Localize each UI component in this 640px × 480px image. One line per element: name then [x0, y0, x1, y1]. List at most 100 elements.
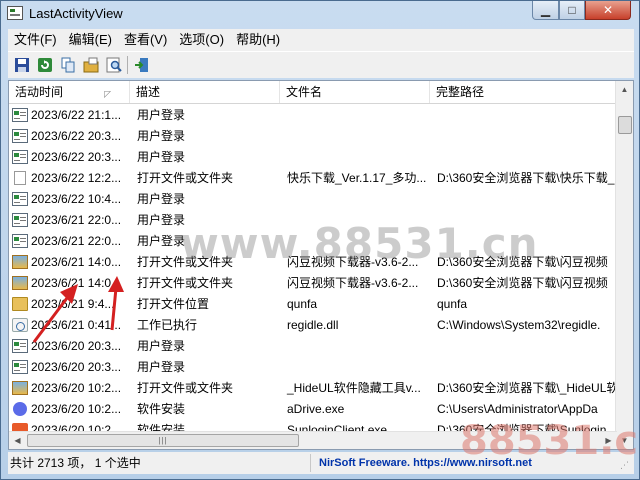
login-icon	[12, 128, 28, 143]
column-header-label: 描述	[136, 85, 161, 99]
cell-filename: 闪豆视频下载器-v3.6-2...	[287, 255, 419, 269]
menu-options[interactable]: 选项(O)	[173, 29, 230, 51]
menu-file[interactable]: 文件(F)	[8, 29, 63, 51]
cell-filename: _HideUL软件隐藏工具v...	[287, 381, 421, 395]
time-text: 2023/6/22 10:4...	[31, 191, 122, 206]
menu-view[interactable]: 查看(V)	[118, 29, 173, 51]
cell-description: 用户登录	[137, 150, 186, 164]
list-rows: 2023/6/22 21:1... 用户登录 2023/6/22 20:3... 用户…	[9, 104, 617, 440]
login-icon	[12, 359, 28, 374]
exit-button[interactable]	[133, 56, 151, 74]
table-row[interactable]: 2023/6/21 22:0... 用户登录	[9, 230, 617, 251]
table-row[interactable]: 2023/6/20 10:2... 软件安装 aDrive.exe C:\Users\…	[9, 398, 617, 419]
cell-description: 用户登录	[137, 108, 186, 122]
cell-time: 2023/6/21 22:0...	[9, 233, 130, 248]
time-text: 2023/6/21 0:41...	[31, 317, 122, 332]
minimize-button[interactable]: ▁	[532, 1, 559, 20]
scroll-down-button[interactable]: ▼	[616, 432, 633, 449]
cell-time: 2023/6/21 14:0...	[9, 254, 130, 269]
time-text: 2023/6/22 20:3...	[31, 149, 122, 164]
find-button[interactable]	[105, 56, 123, 74]
refresh-icon	[38, 58, 52, 72]
table-row[interactable]: 2023/6/20 20:3... 用户登录	[9, 356, 617, 377]
table-row[interactable]: 2023/6/22 20:3... 用户登录	[9, 125, 617, 146]
column-header-fullpath[interactable]: 完整路径	[430, 81, 617, 103]
save-button[interactable]	[13, 56, 31, 74]
copy-button[interactable]	[59, 56, 77, 74]
table-row[interactable]: 2023/6/22 12:2... 打开文件或文件夹 快乐下载_Ver.1.17_多…	[9, 167, 617, 188]
toolbar	[8, 51, 634, 78]
column-header-time[interactable]: 活动时间 ◸	[9, 81, 130, 103]
app-window: LastActivityView ▁ □ ✕ 文件(F) 编辑(E) 查看(V)…	[0, 0, 640, 480]
cell-filename: aDrive.exe	[287, 401, 345, 416]
refresh-button[interactable]	[36, 56, 54, 74]
menu-help[interactable]: 帮助(H)	[230, 29, 286, 51]
table-row[interactable]: 2023/6/20 10:2... 打开文件或文件夹 _HideUL软件隐藏工具v.…	[9, 377, 617, 398]
table-row[interactable]: 2023/6/21 14:0... 打开文件或文件夹 闪豆视频下载器-v3.6-2.…	[9, 251, 617, 272]
cell-time: 2023/6/22 20:3...	[9, 149, 130, 164]
horizontal-scrollbar[interactable]: ◀ ||| ▶	[9, 431, 617, 449]
cell-description: 打开文件或文件夹	[137, 381, 234, 395]
table-row[interactable]: 2023/6/21 14:0... 打开文件或文件夹 闪豆视频下载器-v3.6-2.…	[9, 272, 617, 293]
cell-description: 工作已执行	[137, 318, 198, 332]
cell-fullpath: D:\360安全浏览器下载\快乐下载_	[437, 171, 615, 185]
cell-time: 2023/6/22 20:3...	[9, 128, 130, 143]
resize-grip-icon[interactable]: ⋰	[620, 460, 632, 472]
scroll-up-button[interactable]: ▲	[616, 81, 633, 98]
properties-button[interactable]	[82, 56, 100, 74]
sort-arrow-icon: ◸	[104, 89, 111, 99]
scroll-left-button[interactable]: ◀	[9, 432, 26, 449]
login-icon	[12, 338, 28, 353]
minimize-icon: ▁	[540, 3, 551, 17]
close-icon: ✕	[602, 3, 614, 17]
cell-description: 打开文件或文件夹	[137, 171, 234, 185]
table-row[interactable]: 2023/6/20 20:3... 用户登录	[9, 335, 617, 356]
login-icon	[12, 212, 28, 227]
table-row[interactable]: 2023/6/21 22:0... 用户登录	[9, 209, 617, 230]
time-text: 2023/6/22 21:1...	[31, 107, 122, 122]
vertical-scrollbar[interactable]: ▲ ▼	[615, 81, 633, 449]
time-text: 2023/6/22 12:2...	[31, 170, 122, 185]
column-header-description[interactable]: 描述	[130, 81, 280, 103]
maximize-button[interactable]: □	[559, 1, 585, 20]
cell-time: 2023/6/21 9:4...	[9, 296, 130, 311]
cell-time: 2023/6/20 10:2...	[9, 401, 130, 416]
column-header-label: 活动时间	[15, 85, 64, 99]
folderimg-icon	[12, 275, 28, 290]
save-icon	[15, 58, 29, 72]
time-text: 2023/6/20 10:2...	[31, 380, 122, 395]
table-row[interactable]: 2023/6/22 21:1... 用户登录	[9, 104, 617, 125]
menu-edit[interactable]: 编辑(E)	[63, 29, 118, 51]
menu-bar: 文件(F) 编辑(E) 查看(V) 选项(O) 帮助(H)	[8, 29, 634, 51]
activity-list[interactable]: 活动时间 ◸ 描述 文件名 完整路径 2023/6/22 21:1... 用户登录…	[8, 80, 634, 450]
exit-icon	[135, 58, 148, 72]
nirsoft-link[interactable]: NirSoft Freeware. https://www.nirsoft.ne…	[319, 457, 532, 469]
vertical-scroll-thumb[interactable]	[618, 116, 632, 134]
cell-time: 2023/6/22 21:1...	[9, 107, 130, 122]
cell-description: 软件安装	[137, 402, 186, 416]
login-icon	[12, 233, 28, 248]
time-text: 2023/6/20 10:2...	[31, 401, 122, 416]
login-icon	[12, 149, 28, 164]
time-text: 2023/6/20 20:3...	[31, 359, 122, 374]
cell-fullpath: D:\360安全浏览器下载\闪豆视频	[437, 255, 608, 269]
time-text: 2023/6/22 20:3...	[31, 128, 122, 143]
scroll-right-button[interactable]: ▶	[600, 432, 617, 449]
column-header-filename[interactable]: 文件名	[280, 81, 430, 103]
cell-fullpath: D:\360安全浏览器下载\闪豆视频	[437, 276, 608, 290]
table-row[interactable]: 2023/6/22 10:4... 用户登录	[9, 188, 617, 209]
login-icon	[12, 191, 28, 206]
cell-time: 2023/6/20 10:2...	[9, 380, 130, 395]
toolbar-separator	[127, 56, 128, 74]
close-button[interactable]: ✕	[585, 1, 631, 20]
status-item-count: 共计 2713 项， 1 个选中	[8, 454, 311, 472]
setup-icon	[13, 401, 27, 416]
table-row[interactable]: 2023/6/22 20:3... 用户登录	[9, 146, 617, 167]
time-text: 2023/6/21 22:0...	[31, 212, 122, 227]
horizontal-scroll-thumb[interactable]: |||	[27, 434, 299, 447]
table-row[interactable]: 2023/6/21 9:4... 打开文件位置 qunfa qunfa	[9, 293, 617, 314]
maximize-icon: □	[568, 3, 576, 17]
title-bar[interactable]: LastActivityView ▁ □ ✕	[1, 1, 639, 27]
table-row[interactable]: 2023/6/21 0:41... 工作已执行 regidle.dll C:\Wind…	[9, 314, 617, 335]
find-icon	[106, 57, 122, 73]
